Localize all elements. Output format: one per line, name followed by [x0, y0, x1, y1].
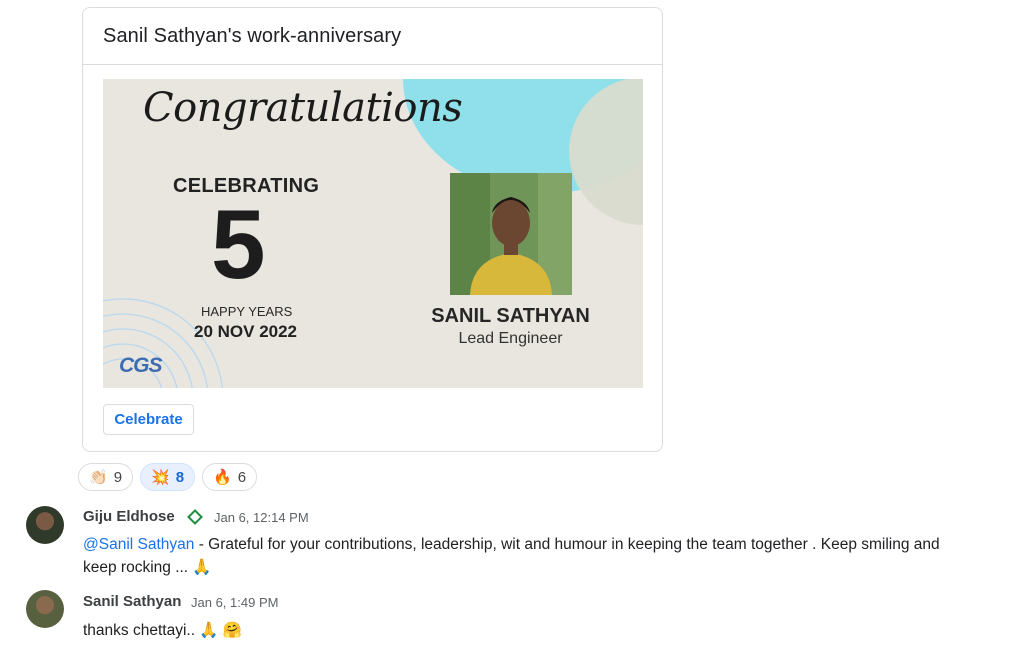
- card-title: Sanil Sathyan's work-anniversary: [103, 25, 402, 47]
- message-text: - Grateful for your contributions, leade…: [194, 536, 940, 553]
- reaction-count: 8: [175, 468, 185, 486]
- reaction-bar: 👏🏻 9 💥 8 🔥 6: [78, 463, 258, 491]
- reaction-clap[interactable]: 👏🏻 9: [78, 463, 134, 491]
- reaction-count: 6: [237, 468, 247, 486]
- happy-years-label: HAPPY YEARS: [201, 304, 293, 319]
- years-number: 5: [211, 189, 266, 299]
- message-author[interactable]: Sanil Sathyan: [83, 593, 181, 610]
- card-divider: [83, 64, 662, 65]
- anniversary-date: 20 NOV 2022: [194, 322, 298, 341]
- message-author[interactable]: Giju Eldhose: [83, 508, 175, 525]
- fire-emoji-icon: 🔥: [213, 468, 232, 486]
- reaction-collision[interactable]: 💥 8: [140, 463, 196, 491]
- avatar[interactable]: [26, 506, 64, 544]
- message-body: thanks chettayi.. 🙏 🤗: [83, 619, 242, 642]
- anniversary-banner: Congratulations CELEBRATING 5 HAPPY YEAR…: [103, 79, 643, 388]
- user-mention-link[interactable]: @Sanil Sathyan: [83, 536, 194, 553]
- employee-name: SANIL SATHYAN: [431, 305, 590, 327]
- congratulations-heading: Congratulations: [143, 85, 463, 131]
- employee-photo: [450, 173, 572, 295]
- collision-emoji-icon: 💥: [151, 468, 170, 486]
- company-logo: CGS: [119, 354, 163, 377]
- message-timestamp: Jan 6, 12:14 PM: [214, 510, 309, 525]
- message-timestamp: Jan 6, 1:49 PM: [191, 595, 279, 610]
- message-text: thanks chettayi..: [83, 622, 200, 639]
- clap-emoji-icon: 👏🏻: [89, 468, 108, 486]
- message-text: keep rocking ...: [83, 559, 193, 576]
- employee-role: Lead Engineer: [458, 330, 563, 347]
- reaction-fire[interactable]: 🔥 6: [202, 463, 258, 491]
- pray-emoji-icon: 🙏: [192, 559, 212, 576]
- anniversary-card: Sanil Sathyan's work-anniversary Congrat…: [82, 7, 663, 452]
- reaction-count: 9: [113, 468, 123, 486]
- pray-hug-emoji-icon: 🙏 🤗: [199, 622, 243, 639]
- verified-diamond-icon: [187, 509, 203, 525]
- avatar[interactable]: [26, 590, 64, 628]
- celebrate-button[interactable]: Celebrate: [103, 404, 194, 435]
- message-body: @Sanil Sathyan - Grateful for your contr…: [83, 533, 1003, 579]
